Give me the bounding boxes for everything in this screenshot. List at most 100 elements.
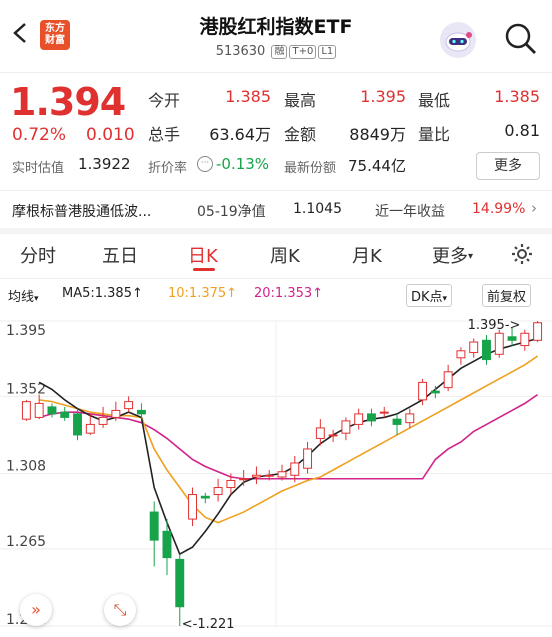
ma5-line <box>38 337 538 556</box>
candle-body <box>175 558 185 608</box>
tab-intraday[interactable]: 分时 <box>20 242 56 268</box>
candle-body <box>136 409 146 415</box>
candle-body <box>315 427 325 439</box>
candle-body <box>213 487 223 496</box>
candle-body <box>456 350 466 359</box>
candle-body <box>98 416 108 425</box>
chevron-right-icon[interactable]: › <box>531 199 537 217</box>
up-arrow-icon: ↑ <box>312 286 324 301</box>
ma10-legend-text: 10:1.375 <box>168 286 227 301</box>
candle-body <box>405 413 415 424</box>
expand-double-chevron-icon[interactable]: » <box>20 594 52 626</box>
candle-body <box>430 390 440 394</box>
candle-body <box>85 423 95 434</box>
active-tab-indicator <box>193 268 215 271</box>
tab-monthly-k[interactable]: 月K <box>352 242 382 268</box>
nav-value: 1.1045 <box>293 201 342 217</box>
tag-t0: T+0 <box>289 45 317 59</box>
ma-toggle-button[interactable]: 均线▾ <box>8 286 39 305</box>
amount-value: 8849万 <box>349 125 406 144</box>
candle-body <box>111 409 121 418</box>
open-value: 1.385 <box>225 87 271 106</box>
ma10-legend: 10:1.375↑ <box>168 286 237 301</box>
amount-label: 金额 <box>284 125 317 144</box>
candle-body <box>520 332 530 347</box>
info-icon[interactable]: ··· <box>197 156 213 172</box>
last-price: 1.394 <box>10 80 126 124</box>
low-label: 最低 <box>418 91 451 110</box>
candle-body <box>60 411 70 418</box>
candle-body <box>482 339 491 361</box>
nav-date: 05-19净值 <box>197 204 266 220</box>
candle-body <box>392 418 402 425</box>
candle-body <box>162 530 172 559</box>
open-label: 今开 <box>148 91 181 110</box>
search-icon[interactable] <box>502 20 538 56</box>
tab-daily-k[interactable]: 日K <box>188 242 218 268</box>
low-value: 1.385 <box>494 87 540 106</box>
up-arrow-icon: ↑ <box>226 286 238 301</box>
dropdown-triangle-icon: ▾ <box>442 294 448 304</box>
ma-toggle-label: 均线 <box>8 290 35 305</box>
tab-more[interactable]: 更多▾ <box>432 242 473 268</box>
ma5-legend-text: MA5:1.385 <box>62 286 132 301</box>
candle-body <box>469 341 479 354</box>
max-price-label: 1.395-> <box>468 318 521 333</box>
tab-weekly-k[interactable]: 周K <box>270 242 300 268</box>
premium-value: -0.13% <box>216 155 270 173</box>
candle-body <box>47 406 57 415</box>
candle-body <box>149 511 159 541</box>
candle-body <box>188 494 197 520</box>
ma10-line <box>39 355 539 524</box>
high-label: 最高 <box>284 91 317 110</box>
divider <box>0 190 552 191</box>
adjust-button[interactable]: 前复权 <box>482 284 532 307</box>
up-arrow-icon: ↑ <box>131 286 143 301</box>
dk-point-button[interactable]: DK点▾ <box>406 284 453 307</box>
volume-label: 总手 <box>148 125 181 144</box>
kline-chart[interactable]: 1.3951.3521.3081.2651.2211.395-><-1.221 <box>0 306 552 637</box>
candle-body <box>443 371 453 389</box>
candle-body <box>494 332 504 355</box>
candle-body <box>239 478 249 481</box>
fullscreen-icon[interactable]: ⤡ <box>104 594 136 626</box>
candle-body <box>418 381 428 401</box>
volume-ratio-label: 量比 <box>418 125 451 144</box>
premium-label: 折价率 <box>148 161 188 176</box>
candle-body <box>226 480 236 489</box>
year-return-value: 14.99% <box>472 201 526 217</box>
more-quote-button[interactable]: 更多 <box>476 152 540 180</box>
tag-margin: 融 <box>271 45 288 59</box>
ma20-line <box>38 393 539 480</box>
ma5-legend: MA5:1.385↑ <box>62 286 143 301</box>
tab-five-day[interactable]: 五日 <box>102 242 138 268</box>
year-return-label: 近一年收益 <box>375 204 445 220</box>
settings-gear-icon[interactable] <box>510 242 534 266</box>
candle-body <box>303 448 313 469</box>
y-tick-label: 1.352 <box>6 381 46 397</box>
divider <box>0 278 552 279</box>
candle-body <box>341 420 351 434</box>
tag-l1: L1 <box>318 45 337 59</box>
volume-ratio-value: 0.81 <box>504 121 540 140</box>
candle-body <box>379 411 389 414</box>
candle-body <box>507 336 517 341</box>
candle-body <box>264 474 274 477</box>
ma20-legend: 20:1.353↑ <box>254 286 323 301</box>
tab-more-label: 更多 <box>432 246 468 267</box>
candle-body <box>328 434 338 437</box>
section-gap <box>0 228 552 234</box>
iopv-value: 1.3922 <box>78 155 131 173</box>
candle-body <box>34 402 44 418</box>
change-pct: 0.72% <box>12 125 67 145</box>
candle-body <box>290 462 300 476</box>
dropdown-triangle-icon: ▾ <box>468 251 474 262</box>
dk-point-label: DK点 <box>411 290 443 305</box>
candle-body <box>21 401 31 420</box>
candle-body <box>277 471 287 478</box>
index-name[interactable]: 摩根标普港股通低波... <box>12 201 151 221</box>
shares-value: 75.44亿 <box>348 157 406 175</box>
ma20-legend-text: 20:1.353 <box>254 286 313 301</box>
assistant-avatar-icon[interactable] <box>440 22 476 58</box>
fund-code: 513630 <box>215 44 266 59</box>
